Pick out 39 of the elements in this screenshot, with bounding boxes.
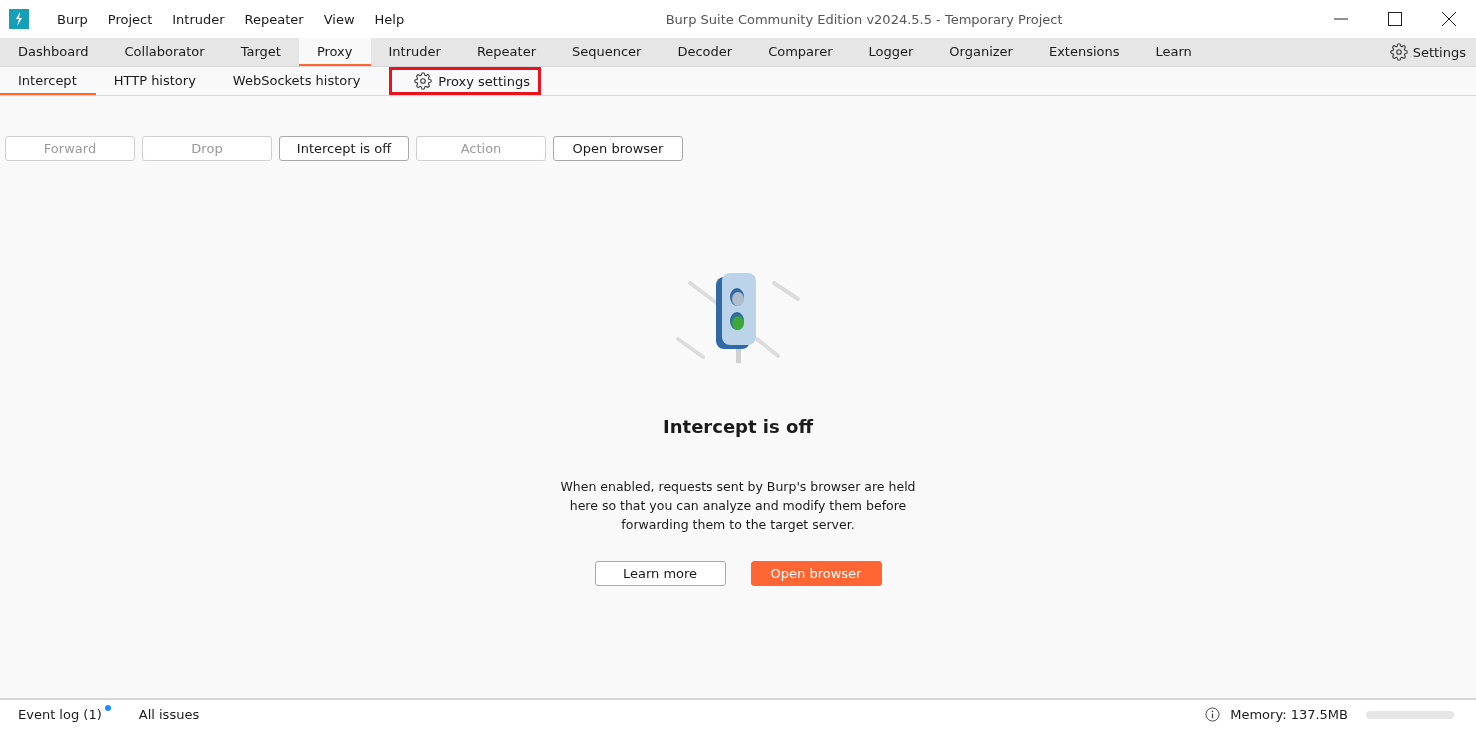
- main-tab[interactable]: Comparer: [750, 38, 851, 66]
- settings-icon: [1389, 43, 1408, 61]
- main-tab[interactable]: Proxy: [298, 38, 371, 66]
- main-tab[interactable]: Learn: [1137, 38, 1210, 66]
- secondary-button[interactable]: Learn more: [594, 561, 726, 586]
- menu-item[interactable]: Help: [364, 11, 415, 27]
- menu-item[interactable]: Project: [97, 11, 163, 27]
- toolbar-button[interactable]: Intercept is off: [279, 136, 409, 161]
- main-tab[interactable]: Target: [222, 38, 299, 66]
- close-icon: [1442, 12, 1456, 26]
- main-tab[interactable]: Intruder: [370, 38, 459, 66]
- main-tab[interactable]: Collaborator: [106, 38, 223, 66]
- menu-item[interactable]: Burp: [47, 11, 98, 27]
- main-tab[interactable]: Organizer: [931, 38, 1031, 66]
- window-title: Burp Suite Community Edition v2024.5.5 - Temporary Project: [664, 11, 1064, 27]
- empty-state-title: Intercept is off: [663, 416, 813, 437]
- menu-item[interactable]: View: [313, 11, 365, 27]
- toolbar-button[interactable]: Open browser: [553, 136, 683, 161]
- maximize-icon: [1388, 12, 1402, 26]
- sub-tab[interactable]: HTTP history: [95, 67, 215, 95]
- all-issues-link[interactable]: All issues: [138, 707, 200, 722]
- main-tab[interactable]: Sequencer: [554, 38, 660, 66]
- app-logo: [9, 9, 29, 29]
- empty-state-text: When enabled, requests sent by Burp's browser are held here so that you can analyze and modify them before forwarding them to the target server.: [559, 478, 917, 534]
- menu-item[interactable]: Repeater: [234, 11, 314, 27]
- sub-tab[interactable]: Intercept: [0, 67, 96, 95]
- main-tab[interactable]: Extensions: [1030, 38, 1138, 66]
- main-tab[interactable]: Repeater: [458, 38, 554, 66]
- sub-tab[interactable]: WebSockets history: [214, 67, 380, 95]
- main-tab[interactable]: Decoder: [659, 38, 751, 66]
- memory-label: Memory: 137.5MB: [1230, 707, 1348, 722]
- settings-button[interactable]: Settings: [1379, 38, 1476, 66]
- menu-item[interactable]: Intruder: [162, 11, 235, 27]
- proxy-settings-button[interactable]: Proxy settings: [389, 67, 541, 95]
- main-tab[interactable]: Logger: [850, 38, 932, 66]
- info-icon: [1205, 707, 1221, 722]
- event-log-link[interactable]: Event log (1): [18, 707, 102, 722]
- settings-icon: [414, 72, 433, 90]
- main-tab[interactable]: Dashboard: [0, 38, 107, 66]
